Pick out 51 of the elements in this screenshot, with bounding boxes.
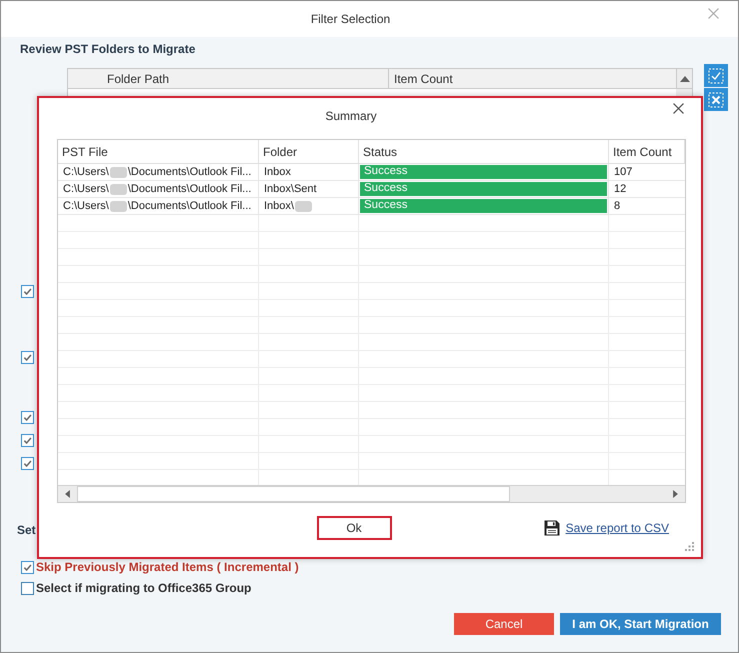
cell-text: C:\Users\ — [63, 182, 109, 197]
close-icon — [708, 8, 718, 18]
table-cell-text: 107 — [613, 164, 634, 180]
triangle-right-icon — [672, 490, 678, 498]
select-all-button[interactable] — [704, 64, 728, 87]
status-label: Success — [360, 165, 607, 179]
checkbox[interactable] — [21, 560, 34, 574]
column-header[interactable]: Item Count — [609, 140, 685, 163]
column-header[interactable]: Folder Path — [68, 69, 389, 88]
dialog-title: Summary — [325, 108, 377, 124]
option-label: Select if migrating to Office365 Group — [36, 580, 252, 597]
table-cell-text: 12 — [613, 182, 628, 197]
cancel-button[interactable]: Cancel — [454, 613, 554, 635]
close-icon — [672, 102, 684, 114]
cell-text: \Documents\Outlook Fil... — [128, 182, 252, 197]
column-header[interactable]: Folder — [259, 140, 359, 163]
checkbox[interactable] — [21, 582, 34, 594]
clear-all-button[interactable] — [704, 88, 728, 111]
start-migration-button[interactable]: I am OK, Start Migration — [560, 613, 721, 635]
resize-grip-icon — [685, 542, 694, 551]
scroll-up-button[interactable] — [676, 69, 692, 88]
triangle-left-icon — [65, 490, 70, 498]
triangle-up-icon — [680, 76, 690, 82]
window-title: Filter Selection — [310, 11, 392, 28]
column-header[interactable]: Status — [359, 140, 609, 163]
save-report-link[interactable]: Save report to CSV — [566, 519, 669, 537]
cell-text: \Documents\Outlook Fil... — [128, 164, 252, 180]
dashed-square-x-icon — [708, 92, 724, 108]
status-label: Success — [360, 182, 607, 196]
section-heading: Review PST Folders to Migrate — [20, 41, 196, 57]
cell-text: Inbox\ — [264, 198, 294, 214]
scrollbar-thumb[interactable] — [77, 486, 510, 502]
checkbox[interactable] — [21, 434, 34, 447]
cell-text: C:\Users\ — [63, 198, 109, 214]
column-header[interactable]: PST File — [58, 140, 259, 163]
section-heading: Set — [17, 522, 36, 538]
status-label: Success — [360, 199, 607, 213]
table-cell-text: 8 — [613, 198, 622, 214]
checkbox[interactable] — [21, 411, 34, 424]
ok-button[interactable]: Ok — [316, 516, 392, 540]
close-button[interactable] — [672, 102, 684, 114]
cell-text: Inbox — [264, 164, 291, 180]
column-header[interactable]: Item Count — [389, 69, 676, 88]
option-label: Skip Previously Migrated Items ( Incremental ) — [36, 559, 299, 576]
cell-text: Inbox\Sent — [264, 182, 317, 197]
cell-text: \Documents\Outlook Fil... — [128, 198, 252, 214]
checkbox[interactable] — [21, 285, 34, 298]
dashed-square-check-icon — [708, 68, 724, 84]
checkbox[interactable] — [21, 351, 34, 364]
checkbox[interactable] — [21, 457, 34, 470]
cell-text: C:\Users\ — [63, 164, 109, 180]
